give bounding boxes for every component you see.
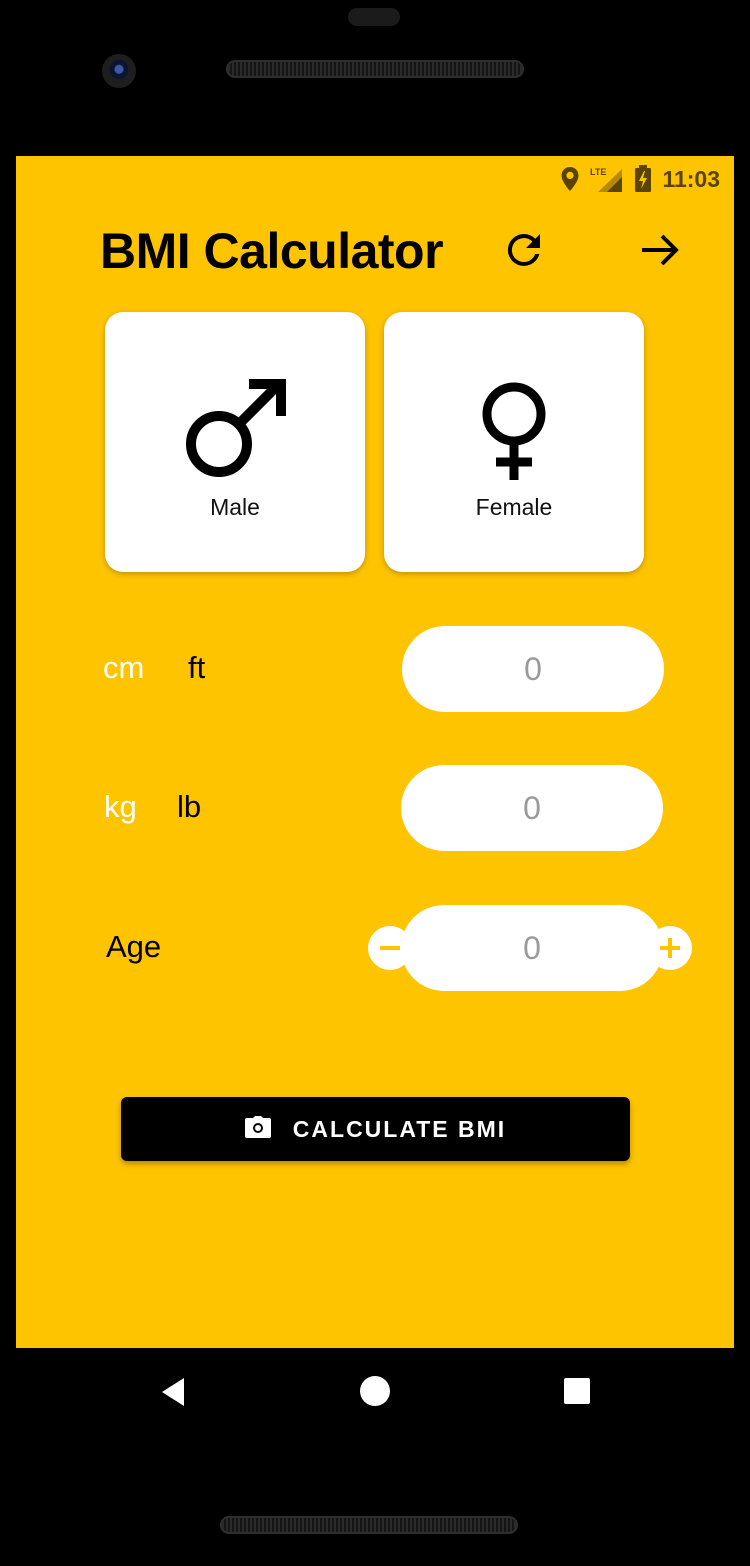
top-speaker (348, 8, 400, 26)
home-icon[interactable] (360, 1376, 390, 1406)
unit-ft-toggle[interactable]: ft (188, 650, 205, 686)
app-screen: LTE 11:03 BMI Calculator Male Female cm … (16, 156, 734, 1348)
recent-apps-icon[interactable] (564, 1378, 590, 1404)
battery-charging-icon (634, 165, 652, 193)
bottom-speaker-grille (220, 1516, 518, 1534)
system-nav-bar (0, 1348, 750, 1438)
back-icon[interactable] (158, 1376, 188, 1408)
page-title: BMI Calculator (100, 223, 444, 279)
arrow-right-icon[interactable] (636, 226, 684, 274)
male-label: Male (210, 494, 260, 520)
age-input[interactable]: 0 (401, 905, 663, 991)
front-camera (102, 54, 136, 88)
calculate-bmi-button[interactable]: CALCULATE BMI (121, 1097, 630, 1161)
phone-frame: LTE 11:03 BMI Calculator Male Female cm … (0, 0, 750, 1566)
female-symbol-icon (456, 372, 572, 482)
camera-icon (244, 1115, 271, 1143)
unit-cm-toggle[interactable]: cm (103, 650, 144, 686)
male-card[interactable]: Male (105, 312, 365, 572)
minus-icon[interactable] (368, 926, 412, 970)
age-label: Age (106, 929, 162, 964)
female-card[interactable]: Female (384, 312, 644, 572)
weight-input[interactable]: 0 (401, 765, 663, 851)
earpiece-grille (226, 60, 524, 78)
male-symbol-icon (177, 372, 293, 482)
svg-text:LTE: LTE (590, 167, 606, 177)
status-bar: LTE 11:03 (560, 164, 720, 194)
height-input[interactable]: 0 (402, 626, 664, 712)
unit-lb-toggle[interactable]: lb (177, 789, 201, 825)
unit-kg-toggle[interactable]: kg (104, 789, 137, 825)
plus-icon[interactable] (648, 926, 692, 970)
lte-signal-icon: LTE (590, 165, 624, 193)
female-label: Female (475, 494, 553, 520)
refresh-icon[interactable] (500, 226, 548, 274)
location-icon (560, 166, 580, 192)
calculate-bmi-label: CALCULATE BMI (292, 1115, 507, 1142)
clock: 11:03 (662, 165, 720, 192)
